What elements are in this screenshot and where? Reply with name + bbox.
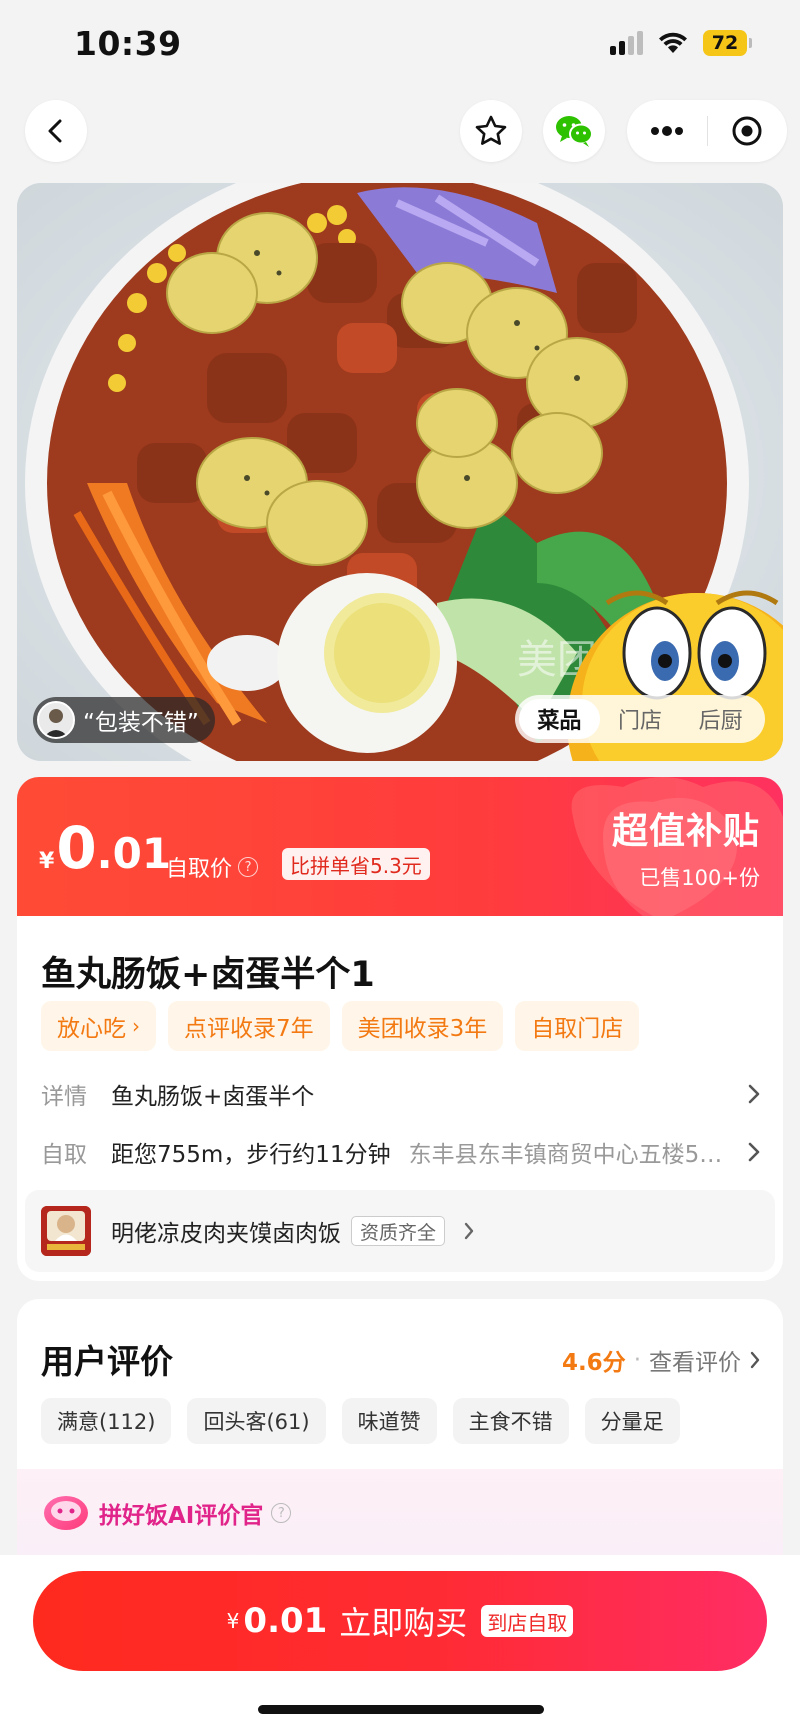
battery-icon: 72 [703,30,752,56]
battery-level: 72 [703,30,747,56]
promo-title: 超值补贴 [611,811,760,852]
pickup-badge: 到店自取 [481,1605,574,1637]
review-quote-text: “包装不错” [83,710,199,736]
reviews-title: 用户评价 [41,1342,173,1381]
more-button[interactable] [627,100,707,162]
help-icon[interactable]: ? [271,1503,292,1523]
wechat-icon [556,116,593,147]
shop-logo-icon [41,1206,91,1256]
buy-price: 0.01 [243,1601,328,1641]
review-score: 4.6分 [561,1350,626,1376]
review-quote-pill[interactable]: “包装不错” [33,697,215,743]
pickup-key: 自取 [41,1142,87,1168]
ai-review-header: 拼好饭AI评价官 ? [41,1493,292,1533]
wifi-icon [659,32,687,53]
review-tag[interactable]: 回头客(61) [187,1398,326,1444]
savings-badge: 比拼单省5.3元 [282,848,430,880]
tab-store[interactable]: 门店 [600,699,681,739]
food-bowl-image: 美团 [17,183,783,761]
product-tags: 放心吃 › 点评收录7年 美团收录3年 自取门店 [41,1001,640,1051]
wechat-share-button[interactable] [543,100,605,162]
status-bar: 10:39 72 [0,0,800,90]
ai-review-title: 拼好饭AI评价官 [99,1503,264,1529]
shop-name: 明佬凉皮肉夹馍卤肉饭 [111,1221,341,1247]
avatar [37,701,75,739]
status-icons: 72 [610,30,752,56]
help-icon[interactable]: ? [238,857,259,877]
tag-self-pickup-store: 自取门店 [515,1001,640,1051]
chevron-right-icon [748,1142,760,1162]
detail-row[interactable]: 详情 鱼丸肠饭+卤蛋半个 [41,1074,761,1114]
target-circle-icon [732,116,762,146]
review-tags: 满意(112) 回头客(61) 味道赞 主食不错 分量足 [41,1398,680,1444]
see-reviews-link[interactable]: 4.6分 · 查看评价 [562,1343,761,1377]
chevron-right-icon [750,1351,760,1369]
review-tag[interactable]: 分量足 [584,1398,680,1444]
self-pickup-price-label: 自取价 ? [166,851,259,883]
detail-key: 详情 [41,1084,87,1110]
top-nav [0,100,800,162]
chevron-right-icon: › [132,1014,140,1038]
chevron-right-icon [464,1222,474,1240]
qualification-badge: 资质齐全 [351,1216,446,1246]
tab-kitchen[interactable]: 后厨 [680,699,761,739]
reviews-card: 用户评价 4.6分 · 查看评价 满意(112) 回头客(61) 味道赞 主食不… [17,1299,783,1589]
back-button[interactable] [25,100,87,162]
buy-now-button[interactable]: ¥ 0.01 立即购买 到店自取 [33,1571,767,1671]
status-time: 10:39 [74,24,182,63]
review-tag[interactable]: 味道赞 [341,1398,437,1444]
product-image[interactable]: 美团 “包装不错” 菜品 门店 后厨 [17,183,783,761]
shop-logo [41,1206,91,1256]
tag-meituan-years: 美团收录3年 [341,1001,504,1051]
product-title: 鱼丸肠饭+卤蛋半个1 [41,955,375,995]
pickup-row[interactable]: 自取 距您755m，步行约11分钟 东丰县东丰镇商贸中心五楼5… [41,1132,761,1172]
cellular-signal-icon [610,31,643,55]
user-avatar-icon [39,703,73,737]
tag-safe-eat[interactable]: 放心吃 › [41,1001,156,1051]
review-tag[interactable]: 主食不错 [452,1398,569,1444]
tag-dianping-years: 点评收录7年 [168,1001,330,1051]
favorite-button[interactable] [460,100,522,162]
detail-value: 鱼丸肠饭+卤蛋半个 [111,1084,315,1110]
see-reviews-label: 查看评价 [649,1350,741,1376]
shop-row[interactable]: 明佬凉皮肉夹馍卤肉饭 资质齐全 [25,1190,775,1272]
ai-mascot-icon [44,1496,88,1530]
miniapp-capsule [627,100,787,162]
bottom-bar: ¥ 0.01 立即购买 到店自取 [0,1555,800,1731]
more-dots-icon [650,126,683,136]
price-value: ¥ 0 .01 [39,814,172,882]
review-tag[interactable]: 满意(112) [41,1398,172,1444]
home-indicator [258,1705,544,1714]
sold-count: 已售100+份 [639,866,760,890]
star-icon [475,115,507,145]
image-view-tabs: 菜品 门店 后厨 [515,695,765,743]
chevron-left-icon [48,119,62,143]
pickup-address: 东丰县东丰镇商贸中心五楼5… [408,1142,723,1168]
chevron-right-icon [748,1084,760,1104]
pickup-distance: 距您755m，步行约11分钟 [111,1142,391,1168]
product-info-card: 鱼丸肠饭+卤蛋半个1 放心吃 › 点评收录7年 美团收录3年 自取门店 详情 鱼… [17,916,783,1281]
buy-label: 立即购买 [339,1604,468,1642]
close-miniapp-button[interactable] [708,100,788,162]
tab-dishes[interactable]: 菜品 [519,699,600,739]
